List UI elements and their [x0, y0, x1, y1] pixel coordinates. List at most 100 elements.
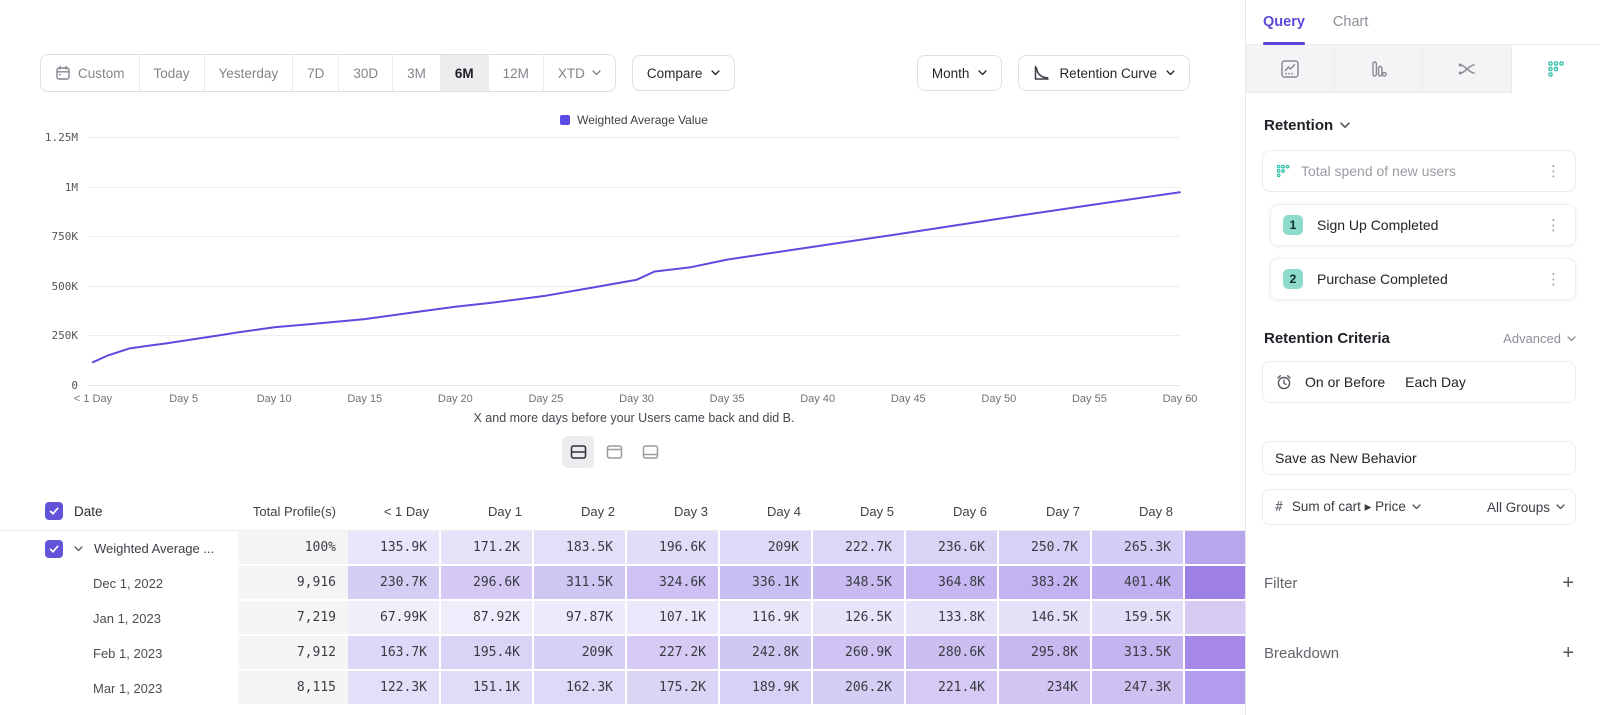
- retention-value-cell[interactable]: 221.4K: [906, 671, 999, 706]
- retention-value-cell[interactable]: 265.3K: [1092, 531, 1185, 566]
- retention-value-cell[interactable]: 146.5K: [999, 601, 1092, 636]
- retention-value-cell[interactable]: 383.2K: [999, 566, 1092, 601]
- layout-toggle-table-only[interactable]: [634, 436, 666, 468]
- retention-value-cell[interactable]: 242.8K: [720, 636, 813, 671]
- column-header-day-4[interactable]: Day 4: [720, 492, 813, 530]
- chevron-down-icon: [978, 70, 987, 76]
- retention-value-cell[interactable]: 250.7K: [999, 531, 1092, 566]
- column-header-day-5[interactable]: Day 5: [813, 492, 906, 530]
- retention-value-cell[interactable]: 280.6K: [906, 636, 999, 671]
- range-today[interactable]: Today: [139, 55, 204, 91]
- retention-value-cell[interactable]: 107.1K: [627, 601, 720, 636]
- retention-value-cell[interactable]: 348.5K: [813, 566, 906, 601]
- chevron-down-icon: [711, 70, 720, 76]
- column-header-day-2[interactable]: Day 2: [534, 492, 627, 530]
- retention-value-cell[interactable]: 97.87K: [534, 601, 627, 636]
- select-all-checkbox[interactable]: [45, 502, 63, 520]
- retention-value-cell[interactable]: 175.2K: [627, 671, 720, 706]
- layout-toggle-split-view[interactable]: [562, 436, 594, 468]
- tab-retention[interactable]: [1512, 45, 1600, 93]
- retention-value-cell[interactable]: 206.2K: [813, 671, 906, 706]
- add-filter-button[interactable]: +: [1562, 573, 1574, 593]
- retention-value-cell[interactable]: 196.6K: [627, 531, 720, 566]
- section-title-dropdown[interactable]: Retention: [1264, 117, 1576, 134]
- retention-value-cell[interactable]: 230.7K: [348, 566, 441, 601]
- retention-value-cell[interactable]: 209K: [720, 531, 813, 566]
- column-header-day-6[interactable]: Day 6: [906, 492, 999, 530]
- retention-value-cell[interactable]: 222.7K: [813, 531, 906, 566]
- granularity-dropdown[interactable]: Month: [917, 55, 1003, 91]
- retention-value-cell[interactable]: 236.6K: [906, 531, 999, 566]
- save-as-new-behavior-button[interactable]: Save as New Behavior: [1262, 441, 1576, 475]
- range-3m[interactable]: 3M: [392, 55, 440, 91]
- retention-value-cell[interactable]: 311.5K: [534, 566, 627, 601]
- retention-value-cell[interactable]: 313.5K: [1092, 636, 1185, 671]
- row-checkbox[interactable]: [45, 540, 63, 558]
- retention-value-cell[interactable]: 122.3K: [348, 671, 441, 706]
- kebab-menu-icon[interactable]: ⋮: [1542, 162, 1565, 181]
- main-panel: CustomTodayYesterday7D30D3M6M12MXTD Comp…: [0, 0, 1245, 715]
- granularity-label: Month: [932, 66, 970, 81]
- tab-flows[interactable]: [1423, 45, 1512, 93]
- retention-value-cell[interactable]: 260.9K: [813, 636, 906, 671]
- advanced-dropdown[interactable]: Advanced: [1503, 331, 1576, 346]
- breakdown-section: Breakdown +: [1264, 643, 1574, 663]
- retention-value-cell[interactable]: 247.3K: [1092, 671, 1185, 706]
- groups-dropdown[interactable]: All Groups: [1487, 500, 1565, 515]
- kebab-menu-icon[interactable]: ⋮: [1542, 270, 1565, 289]
- retention-value-cell[interactable]: 296.6K: [441, 566, 534, 601]
- column-header-day-7[interactable]: Day 7: [999, 492, 1092, 530]
- retention-value-cell[interactable]: 135.9K: [348, 531, 441, 566]
- tab-insights[interactable]: [1246, 45, 1335, 93]
- retention-value-cell[interactable]: 151.1K: [441, 671, 534, 706]
- column-header-day-8[interactable]: Day 8: [1092, 492, 1185, 530]
- retention-value-cell[interactable]: 67.99K: [348, 601, 441, 636]
- retention-value-cell[interactable]: 183.5K: [534, 531, 627, 566]
- behavior-card[interactable]: Total spend of new users ⋮: [1262, 150, 1576, 192]
- retention-value-cell[interactable]: 133.8K: [906, 601, 999, 636]
- add-breakdown-button[interactable]: +: [1562, 643, 1574, 663]
- chart-type-dropdown[interactable]: Retention Curve: [1018, 55, 1190, 91]
- range-xtd[interactable]: XTD: [543, 55, 615, 91]
- step-row-1[interactable]: 1 Sign Up Completed ⋮: [1270, 204, 1576, 246]
- tab-funnels[interactable]: [1335, 45, 1424, 93]
- range-30d[interactable]: 30D: [338, 55, 392, 91]
- kebab-menu-icon[interactable]: ⋮: [1542, 216, 1565, 235]
- range-6m[interactable]: 6M: [440, 55, 488, 91]
- retention-value-cell[interactable]: 163.7K: [348, 636, 441, 671]
- retention-value-cell[interactable]: 324.6K: [627, 566, 720, 601]
- retention-value-cell[interactable]: 227.2K: [627, 636, 720, 671]
- criteria-card[interactable]: On or Before Each Day: [1262, 361, 1576, 403]
- expand-chevron-icon[interactable]: [74, 546, 83, 552]
- retention-value-cell[interactable]: 116.9K: [720, 601, 813, 636]
- column-header-day-3[interactable]: Day 3: [627, 492, 720, 530]
- retention-value-cell[interactable]: 162.3K: [534, 671, 627, 706]
- retention-value-cell[interactable]: 364.8K: [906, 566, 999, 601]
- retention-value-cell[interactable]: 171.2K: [441, 531, 534, 566]
- retention-value-cell[interactable]: 87.92K: [441, 601, 534, 636]
- retention-value-cell[interactable]: 234K: [999, 671, 1092, 706]
- retention-curve-line: [0, 105, 1245, 435]
- tab-chart[interactable]: Chart: [1333, 0, 1368, 44]
- compare-button[interactable]: Compare: [632, 55, 736, 91]
- property-dropdown[interactable]: Sum of cart ▸ Price: [1292, 499, 1478, 515]
- retention-value-cell[interactable]: 401.4K: [1092, 566, 1185, 601]
- column-header--1-day[interactable]: < 1 Day: [348, 492, 441, 530]
- column-header-total-profile-s-[interactable]: Total Profile(s): [238, 492, 348, 530]
- layout-toggle-chart-only[interactable]: [598, 436, 630, 468]
- retention-value-cell[interactable]: 189.9K: [720, 671, 813, 706]
- range-yesterday[interactable]: Yesterday: [204, 55, 293, 91]
- retention-value-cell[interactable]: 195.4K: [441, 636, 534, 671]
- retention-value-cell[interactable]: 209K: [534, 636, 627, 671]
- range-12m[interactable]: 12M: [488, 55, 543, 91]
- retention-value-cell[interactable]: 295.8K: [999, 636, 1092, 671]
- retention-value-cell[interactable]: 336.1K: [720, 566, 813, 601]
- tab-query[interactable]: Query: [1263, 0, 1305, 44]
- step-row-2[interactable]: 2 Purchase Completed ⋮: [1270, 258, 1576, 300]
- range-custom[interactable]: Custom: [41, 55, 139, 91]
- query-sidebar: Query Chart Retention Total spend of new…: [1245, 0, 1600, 715]
- retention-value-cell[interactable]: 126.5K: [813, 601, 906, 636]
- retention-value-cell[interactable]: 159.5K: [1092, 601, 1185, 636]
- range-7d[interactable]: 7D: [292, 55, 338, 91]
- column-header-day-1[interactable]: Day 1: [441, 492, 534, 530]
